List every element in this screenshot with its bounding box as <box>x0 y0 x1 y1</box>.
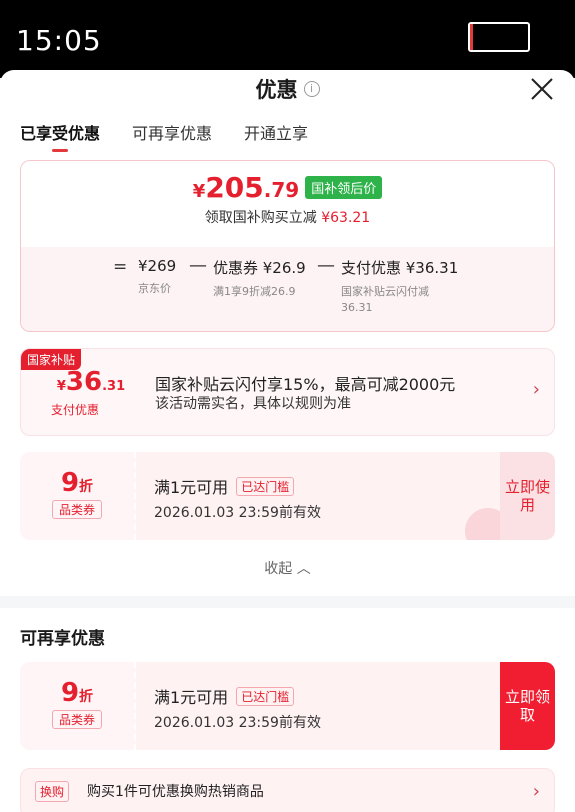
coupon-type: 品类券 <box>51 500 102 519</box>
battery-icon <box>468 22 530 52</box>
section-divider <box>0 596 575 608</box>
subsidy-line: 领取国补购买立减 ¥63.21 <box>204 210 371 226</box>
price-summary-card: ¥205.79 国补领后价 领取国补购买立减 ¥63.21 = ¥269 京东价… <box>20 160 555 332</box>
gov-subsidy-card[interactable]: 国家补贴 ¥36.31 支付优惠 国家补贴云闪付享15%，最高可减2000元 该… <box>20 348 555 436</box>
tab-membership[interactable]: 开通立享 <box>244 118 308 152</box>
coupon-sheet: 优惠 i 已享受优惠 可再享优惠 开通立享 ¥205.79 国补领后价 领取国补… <box>0 70 575 812</box>
exchange-tag: 换购 <box>35 781 70 802</box>
use-now-button[interactable]: 立即使用 <box>500 452 555 540</box>
price-breakdown: = ¥269 京东价 — 优惠券 ¥26.9 满1享9折减26.9 — 支付优惠… <box>21 247 554 331</box>
tab-more[interactable]: 可再享优惠 <box>132 118 212 152</box>
minus-sign: — <box>189 255 207 276</box>
tab-enjoyed[interactable]: 已享受优惠 <box>20 118 100 152</box>
coupon-discount: 9折 <box>60 678 94 708</box>
coupon-condition: 满1元可用 <box>154 688 229 707</box>
close-icon[interactable] <box>529 76 555 102</box>
exchange-text: 购买1件可优惠换购热销商品 <box>87 784 264 800</box>
minus-sign: — <box>317 255 335 276</box>
coupon-card-used: 9折 品类券 满1元可用 已达门槛 2026.01.03 23:59前有效 立即使… <box>20 452 555 540</box>
coupon-discount-col: 优惠券 ¥26.9 满1享9折减26.9 <box>213 259 306 298</box>
coupon-expiry: 2026.01.03 23:59前有效 <box>154 505 321 521</box>
coupon-type: 品类券 <box>51 710 102 729</box>
payment-discount-col: 支付优惠 ¥36.31 国家补贴云闪付减 36.31 <box>341 259 459 314</box>
claim-now-button[interactable]: 立即领取 <box>500 662 555 750</box>
coupon-discount: 9折 <box>60 468 94 498</box>
collapse-toggle[interactable]: 收起 ︿ <box>0 558 575 578</box>
status-time: 15:05 <box>16 24 102 57</box>
battery-level <box>470 24 473 50</box>
tab-bar: 已享受优惠 可再享优惠 开通立享 <box>20 118 308 152</box>
coupon-expiry: 2026.01.03 23:59前有效 <box>154 715 321 731</box>
page-title: 优惠 <box>255 78 298 102</box>
status-bar: 15:05 <box>0 0 575 78</box>
gov-price-tag: 国补领后价 <box>305 176 383 199</box>
coupon-card-available: 9折 品类券 满1元可用 已达门槛 2026.01.03 23:59前有效 立即领… <box>20 662 555 750</box>
coupon-condition: 满1元可用 <box>154 478 229 497</box>
info-icon[interactable]: i <box>303 81 320 97</box>
threshold-badge: 已达门槛 <box>236 687 295 706</box>
gov-subsidy-note: 该活动需实名，具体以规则为准 <box>155 396 351 412</box>
sheet-header: 优惠 i <box>0 70 575 110</box>
section-title-more: 可再享优惠 <box>20 629 105 649</box>
exchange-offer-row[interactable]: 换购 购买1件可优惠换购热销商品 › <box>20 768 555 812</box>
threshold-badge: 已达门槛 <box>236 477 295 496</box>
chevron-right-icon[interactable]: › <box>533 781 540 802</box>
gov-subsidy-desc: 国家补贴云闪付享15%，最高可减2000元 <box>155 375 456 394</box>
base-price-col: ¥269 京东价 <box>138 257 177 295</box>
final-price: ¥205.79 <box>192 171 300 204</box>
gov-subsidy-label: 支付优惠 <box>51 403 100 417</box>
gov-subsidy-amount: ¥36.31 <box>56 367 126 397</box>
chevron-right-icon[interactable]: › <box>533 379 540 400</box>
equals-sign: = <box>113 257 128 277</box>
